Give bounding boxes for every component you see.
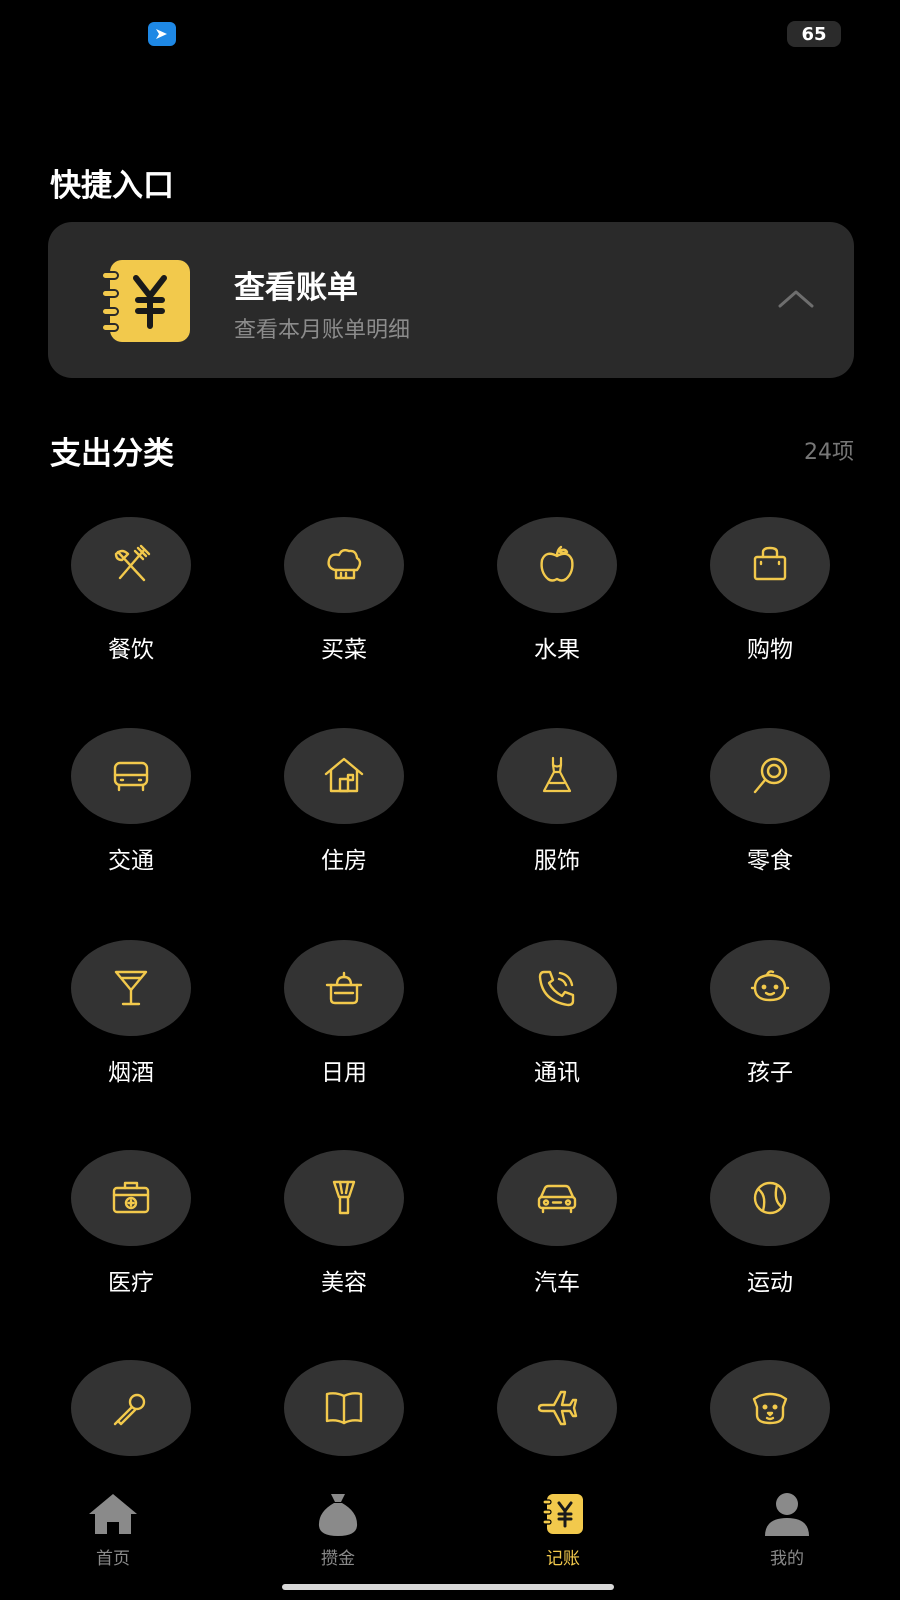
book-icon [325, 1392, 363, 1425]
category-icon-bg [710, 517, 830, 613]
category-sports[interactable]: 运动 [680, 1150, 860, 1320]
bottom-nav: 首页 攒金 记账 我的 [0, 1472, 900, 1600]
category-icon-bg [71, 517, 191, 613]
medical-kit-icon [112, 1181, 150, 1214]
category-icon-bg [497, 728, 617, 824]
ledger-icon [101, 260, 190, 342]
shopping-bag-icon [753, 546, 787, 581]
chef-hat-icon [327, 548, 362, 580]
category-label: 买菜 [321, 637, 367, 663]
baby-icon [750, 970, 790, 1002]
category-label: 孩子 [747, 1060, 793, 1086]
category-shopping[interactable]: 购物 [680, 517, 860, 687]
user-icon [765, 1493, 809, 1536]
category-groceries[interactable]: 买菜 [254, 517, 434, 687]
airplane-icon [537, 1390, 578, 1426]
phone-icon [538, 970, 575, 1007]
category-label: 美容 [321, 1270, 367, 1296]
category-icon-bg [71, 1150, 191, 1246]
chevron-up-icon[interactable] [776, 284, 816, 310]
nav-label: 首页 [96, 1549, 130, 1569]
category-icon-bg [710, 1150, 830, 1246]
category-label: 交通 [108, 848, 154, 874]
app-notification-icon [148, 22, 176, 46]
house-icon [324, 757, 364, 793]
utensils-icon [114, 544, 151, 582]
category-daily-use[interactable]: 日用 [254, 940, 434, 1110]
category-icon-bg [497, 1150, 617, 1246]
view-bill-title: 查看账单 [234, 270, 358, 306]
category-label: 运动 [747, 1270, 793, 1296]
money-bag-icon [318, 1494, 358, 1536]
category-label: 住房 [321, 848, 367, 874]
category-label: 购物 [747, 637, 793, 663]
nav-tab-savings[interactable]: 攒金 [278, 1472, 398, 1572]
dress-icon [542, 756, 572, 793]
nav-label: 记账 [546, 1549, 580, 1569]
microphone-icon [113, 1393, 146, 1426]
home-icon [89, 1494, 137, 1534]
category-transport[interactable]: 交通 [41, 728, 221, 898]
pot-icon [325, 971, 363, 1005]
nav-label: 攒金 [321, 1549, 355, 1569]
category-icon-bg [497, 517, 617, 613]
category-icon-bg [710, 1360, 830, 1456]
category-medical[interactable]: 医疗 [41, 1150, 221, 1320]
nav-tab-home[interactable]: 首页 [53, 1472, 173, 1572]
category-telecom[interactable]: 通讯 [467, 940, 647, 1110]
category-label: 烟酒 [108, 1060, 154, 1086]
dog-icon [752, 1392, 788, 1425]
category-icon-bg [497, 940, 617, 1036]
category-icon-bg [284, 517, 404, 613]
category-icon-bg [284, 1150, 404, 1246]
category-count: 24项 [804, 440, 854, 465]
nav-label: 我的 [770, 1549, 804, 1569]
category-car[interactable]: 汽车 [467, 1150, 647, 1320]
category-tobacco-alcohol[interactable]: 烟酒 [41, 940, 221, 1110]
home-indicator[interactable] [282, 1584, 614, 1590]
category-snacks[interactable]: 零食 [680, 728, 860, 898]
category-dining[interactable]: 餐饮 [41, 517, 221, 687]
battery-indicator: 65 [787, 21, 841, 47]
category-label: 餐饮 [108, 637, 154, 663]
category-label: 零食 [747, 848, 793, 874]
nav-tab-profile[interactable]: 我的 [727, 1472, 847, 1572]
ledger-icon [542, 1494, 583, 1534]
expense-category-title: 支出分类 [50, 436, 174, 472]
category-label: 通讯 [534, 1060, 580, 1086]
category-label: 水果 [534, 637, 580, 663]
category-label: 服饰 [534, 848, 580, 874]
view-bill-card[interactable]: 查看账单 查看本月账单明细 [48, 222, 854, 378]
quick-entry-title: 快捷入口 [50, 168, 174, 204]
category-icon-bg [497, 1360, 617, 1456]
view-bill-subtitle: 查看本月账单明细 [234, 318, 411, 343]
category-icon-bg [284, 1360, 404, 1456]
nav-tab-bookkeeping[interactable]: 记账 [503, 1472, 623, 1572]
category-clothing[interactable]: 服饰 [467, 728, 647, 898]
makeup-brush-icon [332, 1180, 356, 1215]
category-icon-bg [284, 940, 404, 1036]
expense-screen: 65 快捷入口 查看账单 查看本月账单明细 支出分类 24项 餐饮 买菜 水果 … [0, 0, 900, 1600]
category-children[interactable]: 孩子 [680, 940, 860, 1110]
car-icon [537, 1184, 577, 1214]
category-icon-bg [71, 940, 191, 1036]
category-icon-bg [710, 728, 830, 824]
bus-icon [113, 761, 149, 792]
category-label: 日用 [321, 1060, 367, 1086]
cocktail-icon [114, 970, 148, 1006]
category-housing[interactable]: 住房 [254, 728, 434, 898]
category-icon-bg [71, 1360, 191, 1456]
apple-icon [540, 545, 574, 582]
lollipop-icon [753, 757, 788, 794]
status-bar: 65 [0, 0, 900, 70]
category-fruit[interactable]: 水果 [467, 517, 647, 687]
category-icon-bg [71, 728, 191, 824]
category-label: 汽车 [534, 1270, 580, 1296]
category-label: 医疗 [108, 1270, 154, 1296]
category-icon-bg [710, 940, 830, 1036]
category-beauty[interactable]: 美容 [254, 1150, 434, 1320]
category-icon-bg [284, 728, 404, 824]
ball-icon [753, 1181, 787, 1215]
